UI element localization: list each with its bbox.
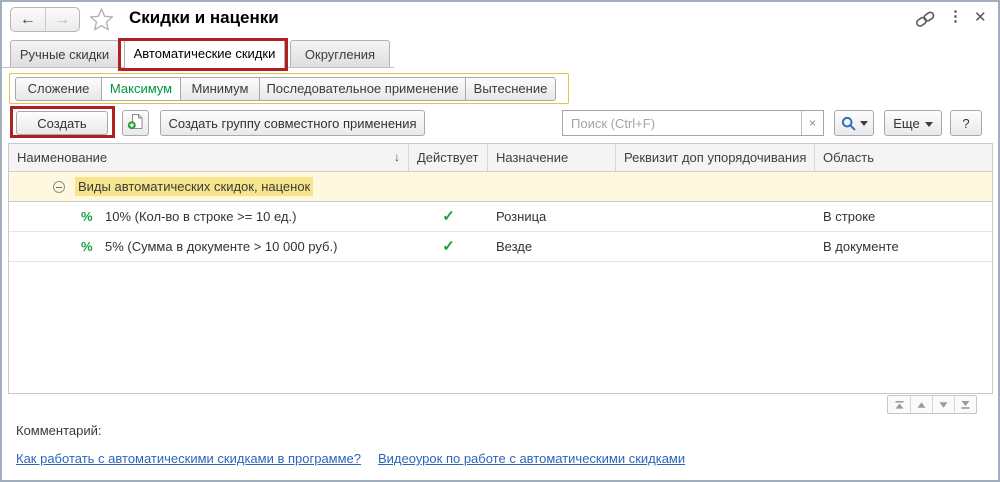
scroll-up-icon <box>916 400 927 410</box>
kebab-menu-button[interactable]: ⋮ <box>948 7 963 25</box>
scroll-top-icon <box>894 400 905 410</box>
chevron-down-icon <box>925 122 933 127</box>
row-navigation-group <box>887 395 977 414</box>
scroll-bottom-button[interactable] <box>954 396 976 413</box>
active-checkmark-icon: ✓ <box>409 202 488 231</box>
scroll-down-icon <box>938 400 949 410</box>
tab-label: Округления <box>305 47 375 62</box>
favorite-star-icon[interactable] <box>88 6 115 33</box>
mode-sequential-button[interactable]: Последовательное применение <box>259 77 466 101</box>
extra-order-cell <box>616 202 815 231</box>
table-row[interactable]: % 10% (Кол-во в строке >= 10 ед.) ✓ Розн… <box>9 202 992 232</box>
forward-arrow-icon: → <box>54 11 70 28</box>
kebab-menu-icon: ⋮ <box>948 8 963 25</box>
history-nav: ← → <box>10 7 80 32</box>
mode-maximum-button[interactable]: Максимум <box>101 77 181 101</box>
tab-rounding[interactable]: Округления <box>290 40 390 67</box>
group-row-label: Виды автоматических скидок, наценок <box>75 177 313 196</box>
magnifier-icon <box>841 116 856 131</box>
copy-link-button[interactable] <box>914 10 936 31</box>
column-header-purpose[interactable]: Назначение <box>488 144 616 171</box>
purpose-cell: Везде <box>488 232 616 261</box>
new-group-icon <box>127 113 144 130</box>
sort-descending-icon: ↓ <box>394 144 400 171</box>
scroll-down-button[interactable] <box>932 396 954 413</box>
column-header-extra-order[interactable]: Реквизит доп упорядочивания <box>616 144 815 171</box>
collapse-minus-icon[interactable] <box>53 181 65 193</box>
discount-name: 5% (Сумма в документе > 10 000 руб.) <box>105 232 337 261</box>
video-tutorial-link[interactable]: Видеоурок по работе с автоматическими ск… <box>378 451 685 466</box>
column-header-scope[interactable]: Область <box>815 144 992 171</box>
how-to-work-link[interactable]: Как работать с автоматическими скидками … <box>16 451 361 466</box>
column-header-active[interactable]: Действует <box>409 144 488 171</box>
search-box: × <box>562 110 824 136</box>
scroll-bottom-icon <box>960 400 971 410</box>
discount-name: 10% (Кол-во в строке >= 10 ед.) <box>105 202 296 231</box>
page-title: Скидки и наценки <box>129 8 279 28</box>
column-header-name[interactable]: Наименование ↓ <box>9 144 409 171</box>
scope-cell: В строке <box>815 202 992 231</box>
create-button[interactable]: Создать <box>16 111 108 135</box>
purpose-cell: Розница <box>488 202 616 231</box>
search-input[interactable] <box>563 111 801 135</box>
create-group-icon-button[interactable] <box>122 110 149 136</box>
group-row[interactable]: Виды автоматических скидок, наценок <box>9 172 992 202</box>
scope-cell: В документе <box>815 232 992 261</box>
app-window: ← → Скидки и наценки ⋮ ✕ Ручные скидки А… <box>0 0 1000 482</box>
more-label: Еще <box>893 116 919 131</box>
tab-label: Автоматические скидки <box>134 46 276 61</box>
tab-auto-discounts[interactable]: Автоматические скидки <box>124 38 285 68</box>
mode-addition-button[interactable]: Сложение <box>15 77 102 101</box>
column-label: Наименование <box>17 150 107 165</box>
scroll-top-button[interactable] <box>888 396 910 413</box>
scroll-up-button[interactable] <box>910 396 932 413</box>
close-button[interactable]: ✕ <box>974 8 987 26</box>
extra-order-cell <box>616 232 815 261</box>
close-icon: ✕ <box>974 9 987 26</box>
tab-label: Ручные скидки <box>20 47 109 62</box>
forward-button[interactable]: → <box>45 8 80 31</box>
more-button[interactable]: Еще <box>884 110 942 136</box>
table-row[interactable]: % 5% (Сумма в документе > 10 000 руб.) ✓… <box>9 232 992 262</box>
chevron-down-icon <box>860 121 868 126</box>
discounts-table: Наименование ↓ Действует Назначение Рекв… <box>8 143 993 394</box>
table-header: Наименование ↓ Действует Назначение Рекв… <box>9 144 992 172</box>
percent-icon: % <box>81 232 93 261</box>
percent-icon: % <box>81 202 93 231</box>
search-clear-button[interactable]: × <box>801 111 823 135</box>
mode-displacement-button[interactable]: Вытеснение <box>465 77 556 101</box>
search-options-button[interactable] <box>834 110 874 136</box>
active-checkmark-icon: ✓ <box>409 232 488 261</box>
clear-icon: × <box>809 116 816 130</box>
back-arrow-icon: ← <box>20 11 36 28</box>
tab-manual-discounts[interactable]: Ручные скидки <box>10 40 119 67</box>
mode-minimum-button[interactable]: Минимум <box>180 77 260 101</box>
combine-mode-group: Сложение Максимум Минимум Последовательн… <box>9 73 569 104</box>
comment-label: Комментарий: <box>16 423 102 438</box>
create-joint-group-button[interactable]: Создать группу совместного применения <box>160 110 425 136</box>
help-button[interactable]: ? <box>950 110 982 136</box>
back-button[interactable]: ← <box>11 8 45 31</box>
link-icon <box>914 10 936 28</box>
